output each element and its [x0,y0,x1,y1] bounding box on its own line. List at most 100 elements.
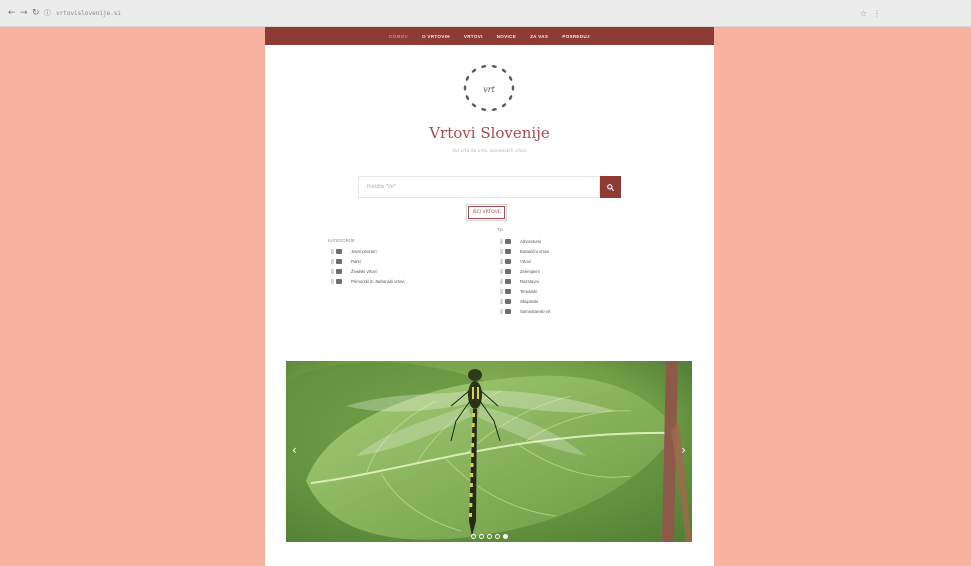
category-heading: KATEGORIJE [328,238,355,243]
list-item: Parki [331,256,405,266]
abdomen-mark [470,473,474,477]
nav-item-home[interactable]: DOMOV [389,34,408,39]
main-nav: DOMOV O VRTOVIH VRTOVI NOVICE ZA VAS POS… [265,27,714,45]
slider-prev-button[interactable]: ‹ [292,443,297,457]
page-background: DOMOV O VRTOVIH VRTOVI NOVICE ZA VAS POS… [6,27,965,566]
list-item: Razstavni [500,276,551,286]
slider-next-button[interactable]: › [681,443,686,457]
abdomen-mark [469,513,472,517]
logo-leaf [465,75,470,81]
type-list: Arboretumi Botanični vrtovi Vrtovi Zelen… [500,236,551,316]
checkbox[interactable] [500,238,514,244]
checkbox-label: Samostanski vrt [520,308,551,314]
abdomen-mark [469,503,473,507]
checkbox[interactable] [500,278,514,284]
abdomen-mark [470,463,474,467]
slider-dot[interactable] [494,534,500,539]
logo-leaf [511,85,515,91]
category-list: Javni prostori Parki Živalski vrtovi Pri… [331,246,405,286]
slide-image [286,361,692,542]
nav-item-about[interactable]: O VRTOVIH [422,34,450,39]
logo-leaf [491,108,497,111]
checkbox-label: Primorski in Jadranski vrtovi [351,278,405,284]
slider-pagination [286,534,692,539]
browser-toolbar: ← → ↻ ⓘ vrtovislovenije.si ☆ ⋮ [0,0,971,27]
list-item: Botanični vrtovi [500,246,551,256]
logo-leaf [508,75,513,81]
slider-dot[interactable] [478,534,484,539]
list-item: Javni prostori [331,246,405,256]
site-title[interactable]: Vrtovi Slovenije [265,124,714,142]
checkbox-label: Skupinski [520,298,539,304]
slider-dot[interactable] [470,534,476,539]
search-icon [607,183,614,191]
abdomen-mark [472,413,475,417]
site-tagline: Od vrta do vrta, slovenskih vrtov [452,149,527,154]
logo-leaf [463,85,467,91]
list-item: Primorski in Jadranski vrtovi [331,276,405,286]
logo-leaf [491,65,497,68]
checkbox-label: Zelenjavni [520,268,540,274]
checkbox-label: Arboretumi [520,238,542,244]
checkbox[interactable] [500,288,514,294]
image-slider[interactable]: ‹ › [286,361,692,542]
nav-item-news[interactable]: NOVICE [497,34,516,39]
abdomen-mark [471,423,475,427]
checkbox-label: Parki [351,258,361,264]
checkbox-label: Razstavni [520,278,539,284]
abdomen-mark [471,433,475,437]
list-item: Skupinski [500,296,551,306]
type-heading: Tip [497,227,503,232]
checkbox-label: Javni prostori [351,248,377,254]
checkbox[interactable] [500,248,514,254]
search-button[interactable] [600,176,621,198]
slider-dot[interactable] [486,534,492,539]
logo-leaf [471,68,477,73]
abdomen-mark [471,443,475,447]
list-item: Tematski [500,286,551,296]
checkbox[interactable] [331,258,345,264]
list-item: Samostanski vrt [500,306,551,316]
nav-item-submit[interactable]: POSREDUJ [562,34,590,39]
checkbox[interactable] [500,268,514,274]
logo-text: vrt [483,85,495,94]
logo-leaf [508,95,513,101]
search-input[interactable] [358,176,600,198]
checkbox[interactable] [500,298,514,304]
filter-button[interactable]: IŠČI VRTOVE [466,204,507,221]
logo-leaf [481,108,487,111]
checkbox[interactable] [331,248,345,254]
logo-leaf [501,68,507,73]
checkbox-label: Vrtovi [520,258,531,264]
abdomen-mark [470,453,474,457]
checkbox[interactable] [500,308,514,314]
abdomen-mark [469,483,473,487]
site-content: DOMOV O VRTOVIH VRTOVI NOVICE ZA VAS POS… [265,27,714,566]
logo-leaf [501,103,507,108]
list-item: Vrtovi [500,256,551,266]
checkbox[interactable] [500,258,514,264]
checkbox-label: Živalski vrtovi [351,268,377,274]
logo-leaf [465,95,470,101]
list-item: Zelenjavni [500,266,551,276]
logo-leaf [471,103,477,108]
lock-icon: ⓘ [44,9,51,17]
slider-dot[interactable] [502,534,508,539]
abdomen-mark [469,493,473,497]
list-item: Arboretumi [500,236,551,246]
back-icon[interactable]: ← [8,7,16,19]
nav-item-gardens[interactable]: VRTOVI [464,34,483,39]
menu-icon[interactable]: ⋮ [873,8,881,20]
nav-item-for-you[interactable]: ZA VAS [530,34,548,39]
site-logo[interactable]: vrt [454,57,524,119]
checkbox[interactable] [331,268,345,274]
list-item: Živalski vrtovi [331,266,405,276]
checkbox[interactable] [331,278,345,284]
checkbox-label: Botanični vrtovi [520,248,550,254]
address-bar[interactable]: vrtovislovenije.si [56,8,256,20]
logo-leaf [481,65,487,68]
extension-icon[interactable]: ☆ [860,8,867,20]
forward-icon[interactable]: → [20,7,28,19]
checkbox-label: Tematski [520,288,537,294]
reload-icon[interactable]: ↻ [32,7,40,19]
